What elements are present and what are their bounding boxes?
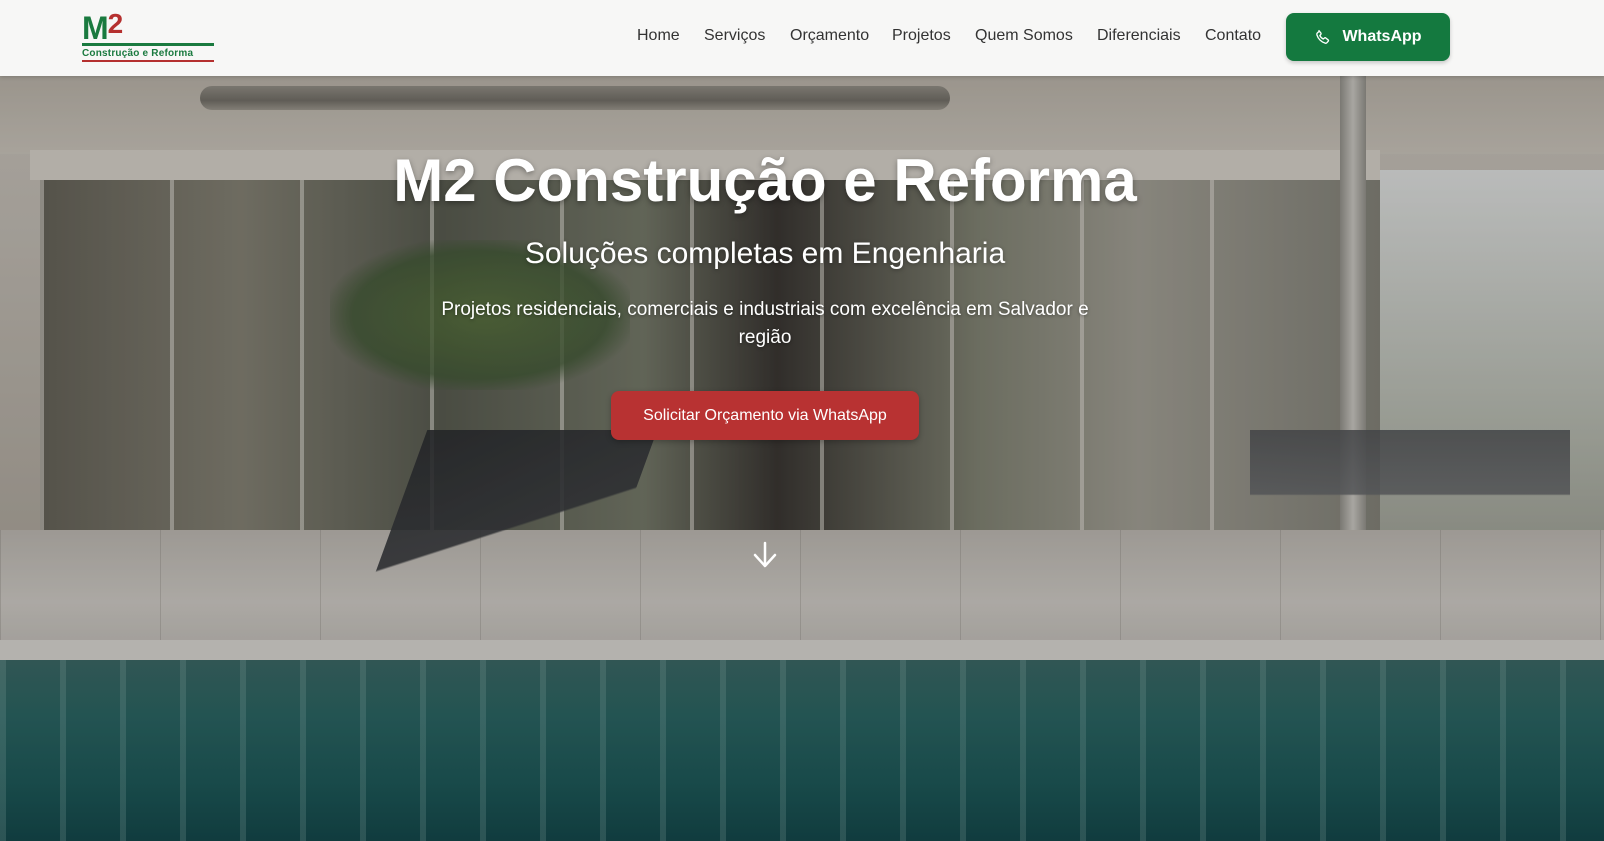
request-quote-label: Solicitar Orçamento via WhatsApp — [643, 406, 887, 424]
hero-description: Projetos residenciais, comerciais e indu… — [441, 299, 1089, 348]
nav-item-orcamento[interactable]: Orçamento — [790, 27, 869, 45]
request-quote-whatsapp-button[interactable]: Solicitar Orçamento via WhatsApp — [611, 391, 919, 440]
hero-section: M2 Construção e Reforma Soluções complet… — [0, 0, 1604, 841]
nav-item-projetos[interactable]: Projetos — [892, 27, 951, 45]
nav-item-contato[interactable]: Contato — [1205, 27, 1261, 45]
nav-item-servicos[interactable]: Serviços — [704, 27, 765, 45]
hero-title: M2 Construção e Reforma — [393, 147, 1137, 214]
logo-subtitle: Construção e Reforma — [82, 48, 194, 59]
logo-underline — [82, 43, 214, 46]
hero-subtitle: Soluções completas em Engenharia — [524, 237, 1006, 270]
nav-item-quem-somos[interactable]: Quem Somos — [975, 27, 1073, 45]
logo-letter-m: M — [82, 10, 109, 46]
arrow-down-icon[interactable] — [751, 540, 779, 570]
whatsapp-button-label: WhatsApp — [1342, 28, 1422, 45]
logo[interactable]: M2 Construção e Reforma — [82, 8, 214, 62]
whatsapp-button[interactable]: WhatsApp — [1286, 13, 1450, 61]
logo-digit-2: 2 — [107, 8, 124, 39]
nav-item-diferenciais[interactable]: Diferenciais — [1097, 27, 1181, 45]
logo-underline-red — [82, 60, 214, 62]
site-header: M2 Construção e Reforma Home Serviços Or… — [0, 0, 1604, 76]
phone-icon — [1316, 29, 1330, 44]
nav-item-home[interactable]: Home — [637, 27, 680, 45]
logo-mark: M2 — [82, 8, 123, 46]
